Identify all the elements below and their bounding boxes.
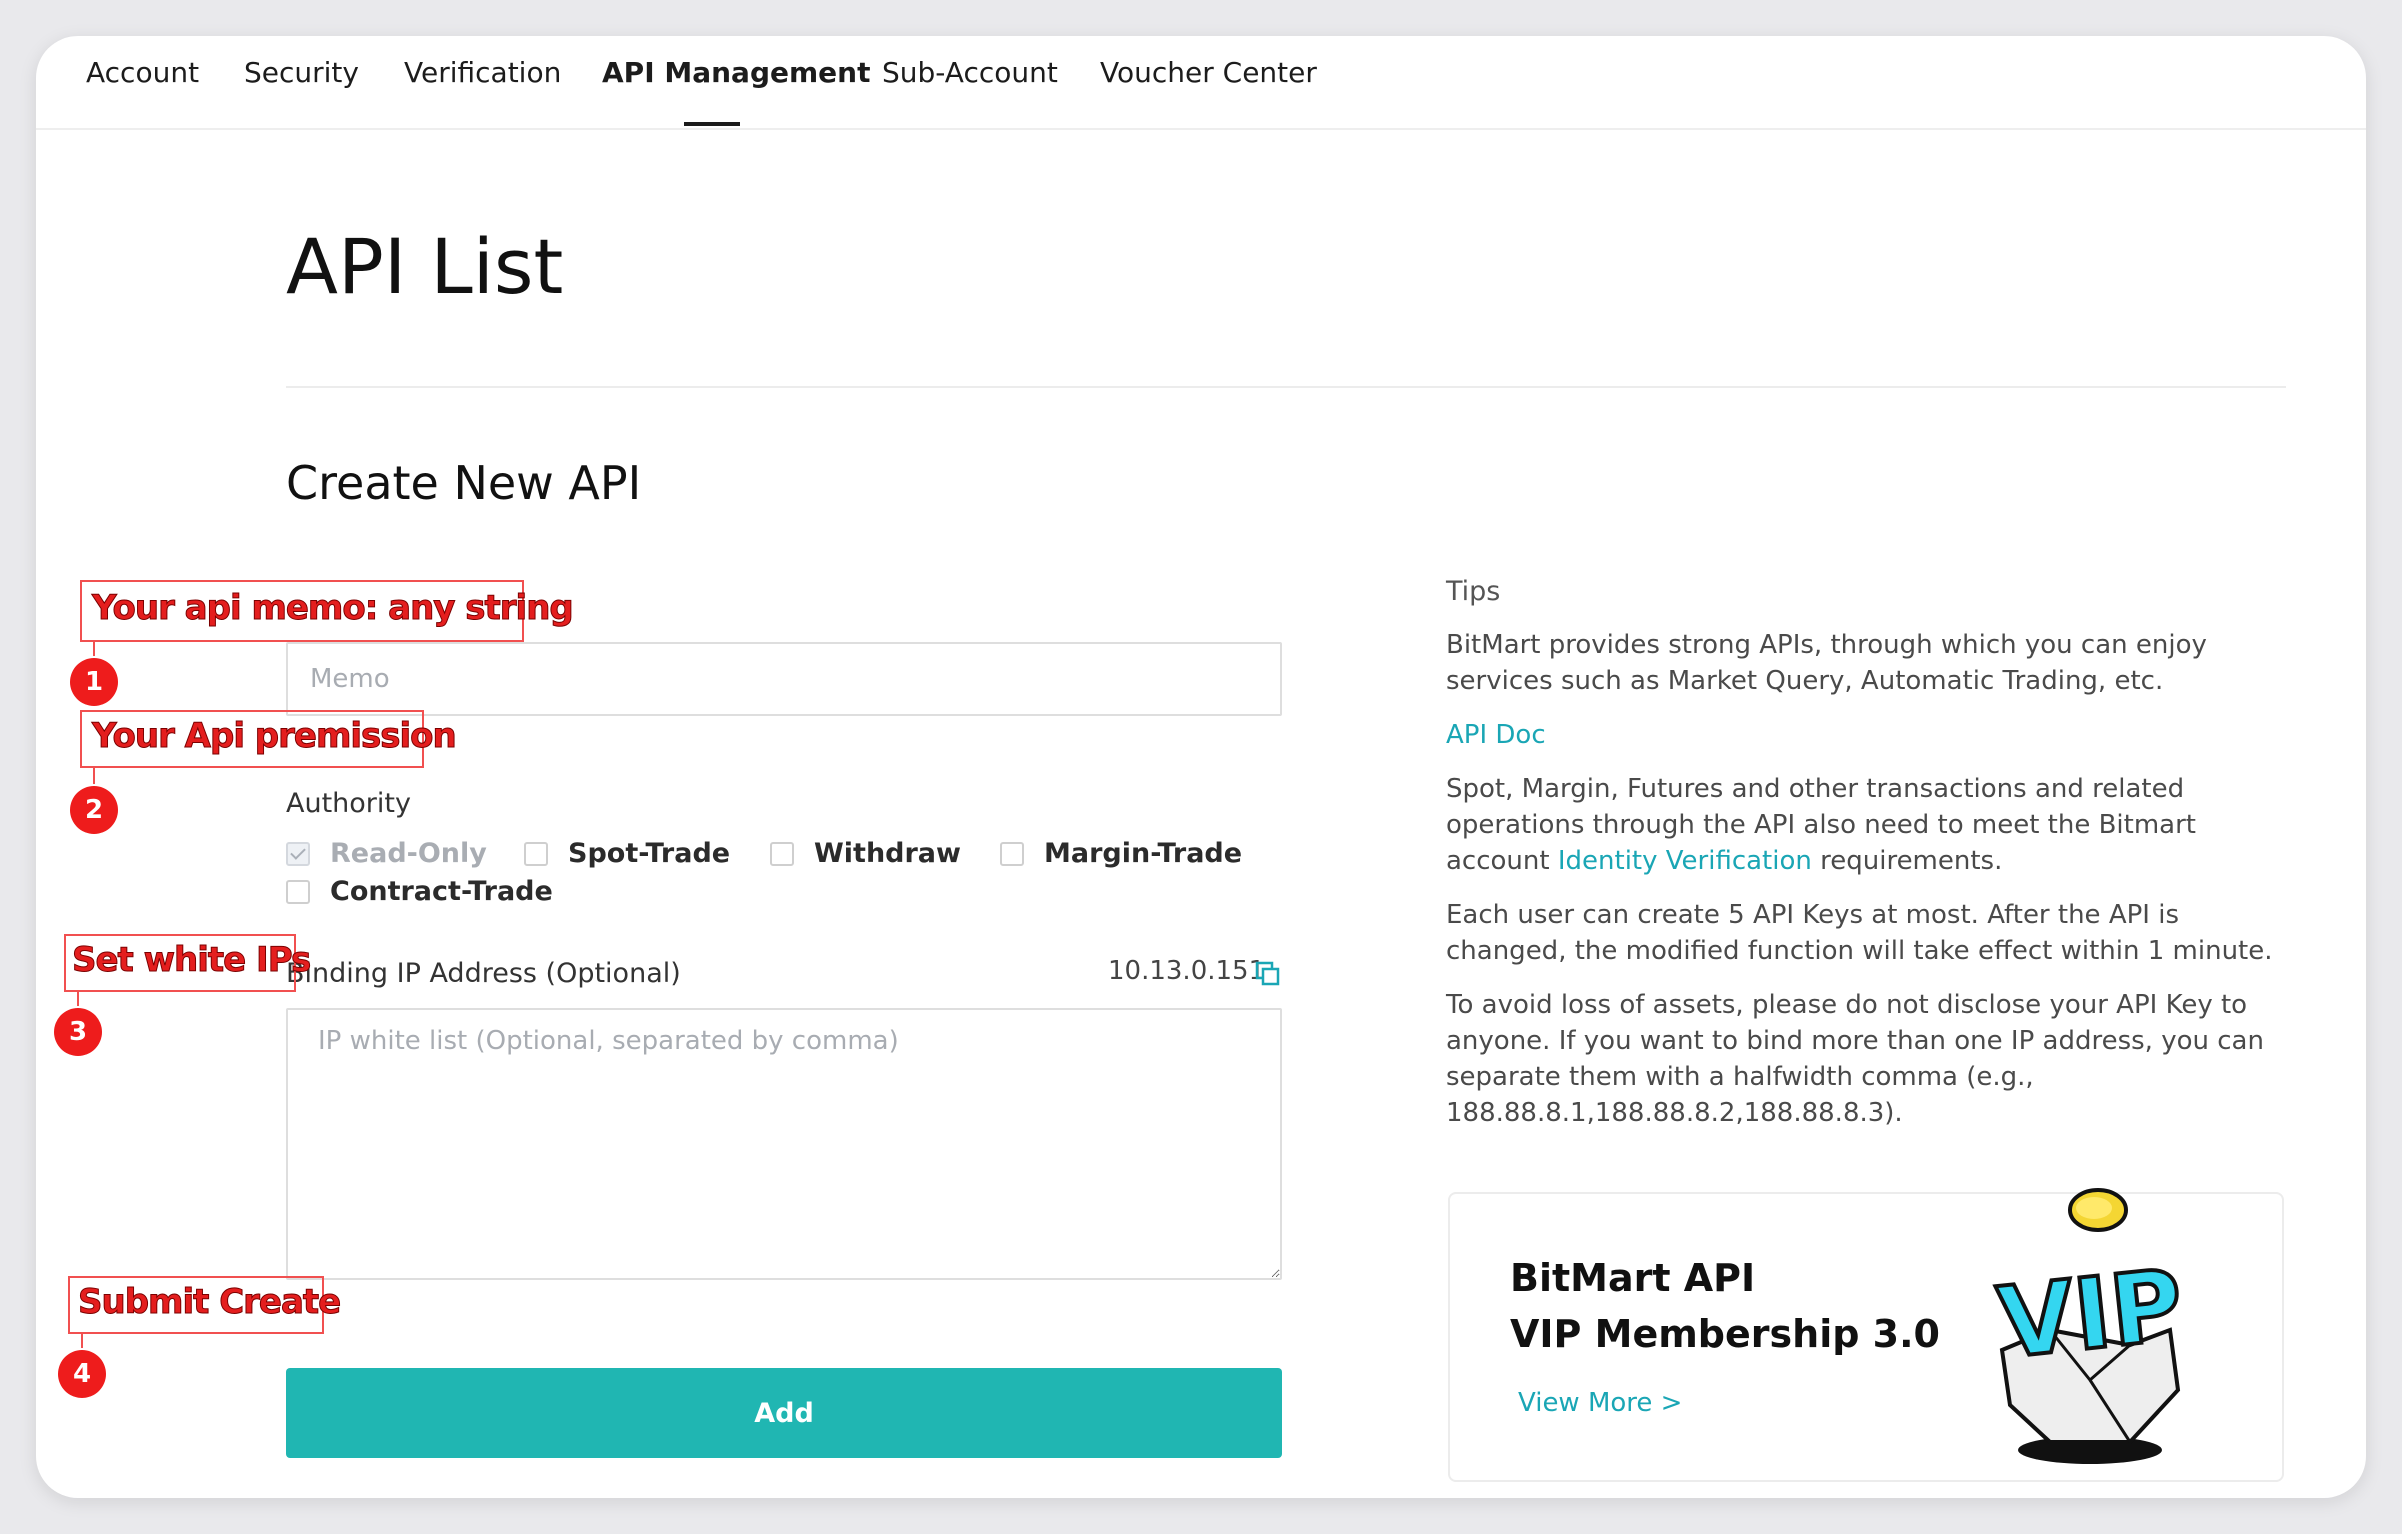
- vip-card-title: BitMart API: [1510, 1256, 1756, 1300]
- annotation-number-4: 4: [58, 1350, 106, 1398]
- tab-api-management[interactable]: API Management: [602, 56, 870, 89]
- tip-text: requirements.: [1811, 846, 2003, 876]
- binding-ip-label: Binding IP Address (Optional): [286, 958, 681, 989]
- tip-paragraph: BitMart provides strong APIs, through wh…: [1446, 630, 2207, 696]
- identity-verification-link[interactable]: Identity Verification: [1558, 846, 1812, 876]
- permission-spot-trade[interactable]: Spot-Trade: [524, 838, 730, 869]
- tab-security[interactable]: Security: [244, 56, 359, 89]
- annotation-text-memo: Your api memo: any string: [92, 588, 575, 629]
- ip-whitelist-textarea[interactable]: [286, 1008, 1282, 1280]
- add-button[interactable]: Add: [286, 1368, 1282, 1458]
- checkbox-withdraw[interactable]: [770, 841, 794, 866]
- api-doc-row: API Doc: [1446, 717, 2286, 753]
- permission-contract-trade[interactable]: Contract-Trade: [286, 876, 553, 907]
- tab-sub-account[interactable]: Sub-Account: [882, 56, 1058, 89]
- tips-title: Tips: [1446, 576, 1501, 607]
- permission-withdraw[interactable]: Withdraw: [770, 838, 961, 869]
- vip-card-subtitle: VIP Membership 3.0: [1510, 1312, 1940, 1356]
- tip-paragraph: Each user can create 5 API Keys at most.…: [1446, 900, 2273, 966]
- authority-label: Authority: [286, 788, 411, 819]
- checkbox-contract-trade[interactable]: [286, 879, 310, 904]
- annotation-number-2: 2: [70, 786, 118, 834]
- tip-paragraph: To avoid loss of assets, please do not d…: [1446, 990, 2264, 1128]
- tip-paragraph: Spot, Margin, Futures and other transact…: [1446, 771, 2286, 879]
- annotation-number-1: 1: [70, 658, 118, 706]
- divider: [286, 386, 2286, 388]
- permission-margin-trade[interactable]: Margin-Trade: [1000, 838, 1242, 869]
- permission-label: Withdraw: [814, 838, 961, 869]
- app-window: Account Security Verification API Manage…: [36, 36, 2366, 1498]
- current-ip-value: 10.13.0.151: [1108, 956, 1266, 986]
- annotation-text-submit: Submit Create: [77, 1282, 341, 1323]
- permission-label: Read-Only: [330, 838, 487, 869]
- api-doc-link[interactable]: API Doc: [1446, 720, 1546, 750]
- permission-label: Margin-Trade: [1044, 838, 1243, 869]
- vip-art-text: VIP: [1993, 1249, 2188, 1382]
- vip-illustration: VIP: [1991, 1188, 2190, 1464]
- view-more-link[interactable]: View More >: [1518, 1388, 1682, 1418]
- checkbox-margin-trade[interactable]: [1000, 841, 1024, 866]
- permission-label: Spot-Trade: [568, 838, 731, 869]
- annotation-text-white-ips: Set white IPs: [71, 940, 311, 981]
- annotation-text-permission: Your Api premission: [92, 716, 458, 757]
- tab-verification[interactable]: Verification: [404, 56, 561, 89]
- top-tab-bar: Account Security Verification API Manage…: [36, 36, 2366, 130]
- memo-input[interactable]: [286, 642, 1282, 716]
- permission-label: Contract-Trade: [330, 876, 553, 907]
- checkbox-read-only[interactable]: [286, 841, 310, 866]
- copy-icon[interactable]: [1254, 960, 1282, 988]
- permission-read-only[interactable]: Read-Only: [286, 838, 487, 869]
- active-tab-indicator: [684, 122, 740, 126]
- section-title: Create New API: [286, 456, 642, 510]
- annotation-number-3: 3: [54, 1008, 102, 1056]
- tips-panel: Tips BitMart provides strong APIs, throu…: [1446, 576, 2286, 1149]
- checkbox-spot-trade[interactable]: [524, 841, 548, 866]
- tab-account[interactable]: Account: [86, 56, 199, 89]
- page-title: API List: [286, 222, 564, 311]
- tab-voucher-center[interactable]: Voucher Center: [1100, 56, 1317, 89]
